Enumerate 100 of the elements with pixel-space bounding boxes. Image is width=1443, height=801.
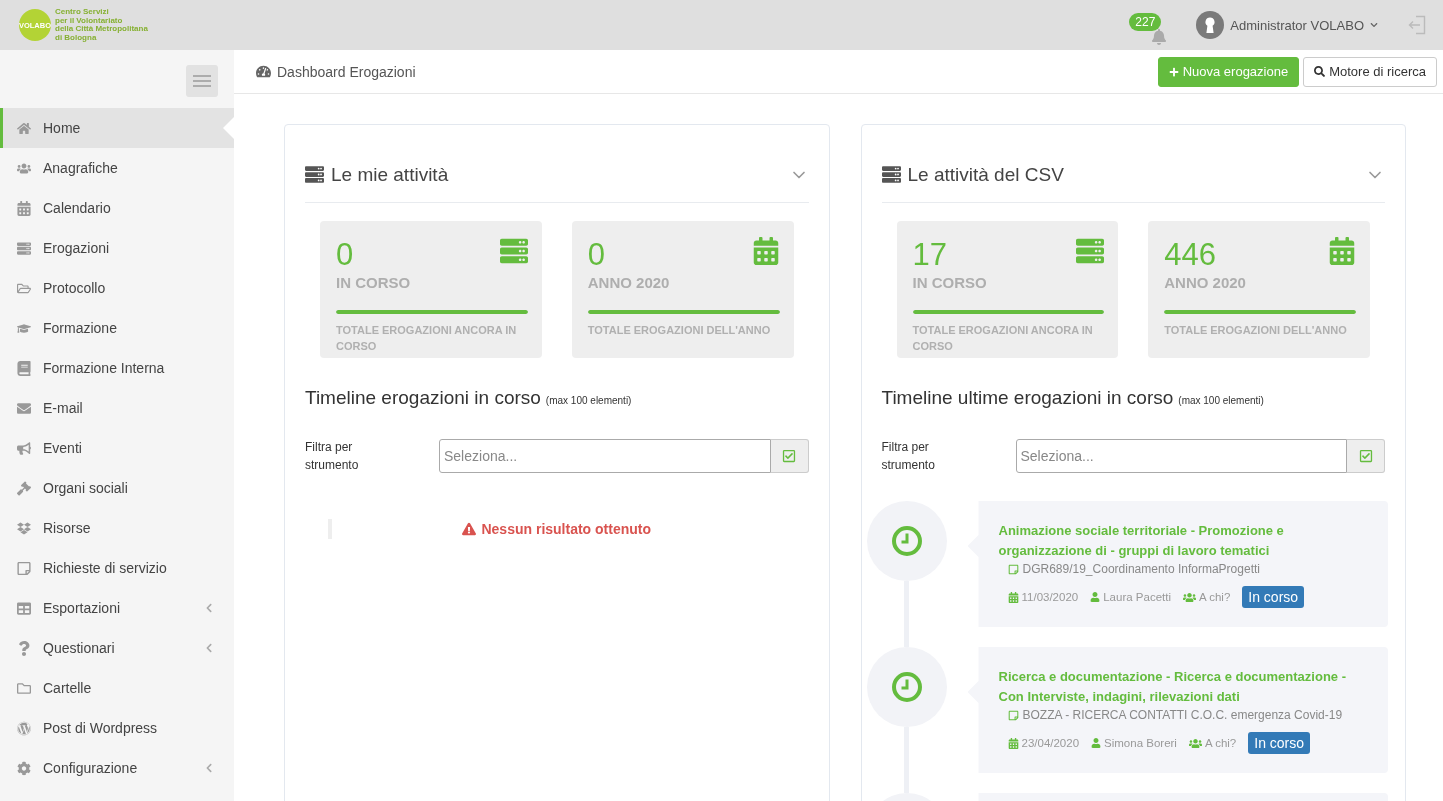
notification-count: 227: [1129, 13, 1162, 31]
panel-title: Le mie attività: [331, 163, 449, 186]
calendar-icon: [751, 237, 780, 265]
sidebar-item[interactable]: Anagrafiche: [0, 148, 234, 188]
apply-filter-button[interactable]: [770, 439, 809, 473]
empty-message: Nessun risultato ottenuto: [481, 521, 652, 537]
stat-caption: TOTALE EROGAZIONI DELL'ANNO: [1164, 323, 1348, 338]
sidebar-item[interactable]: Calendario: [0, 188, 234, 228]
panel-title: Le attività del CSV: [907, 163, 1064, 186]
menu-icon: [193, 75, 211, 87]
stat-value: 0: [587, 237, 605, 273]
bell-icon: [1151, 29, 1168, 45]
apply-filter-button[interactable]: [1347, 439, 1385, 473]
users-icon: [1182, 590, 1196, 604]
stat-value: 17: [912, 237, 947, 273]
clock-icon: [891, 672, 922, 702]
table-icon: [17, 600, 31, 616]
clock-icon: [891, 526, 922, 556]
sidebar-item[interactable]: Protocollo: [0, 268, 234, 308]
stacked-bars-icon: [499, 237, 528, 265]
user-icon: [1091, 738, 1102, 748]
stat-caption: TOTALE EROGAZIONI DELL'ANNO: [587, 323, 772, 338]
stacked-bars-icon: [1076, 237, 1105, 265]
folder-icon: [17, 680, 31, 696]
gauge-icon: [256, 64, 271, 79]
sidebar-toggle[interactable]: [186, 65, 218, 97]
boxes-icon: [17, 520, 31, 536]
home-icon: [17, 120, 31, 136]
note-icon: [1007, 563, 1019, 575]
stat-caption: TOTALE EROGAZIONI ANCORA IN CORSO: [912, 323, 1094, 354]
question-icon: [17, 640, 31, 656]
sidebar-item[interactable]: Eventi: [0, 428, 234, 468]
sidebar-item[interactable]: Questionari: [0, 628, 234, 668]
entry-subtitle: DGR689/19_Coordinamento InformaProgetti: [1022, 561, 1260, 577]
entry-recipients: A chi?: [1198, 591, 1231, 603]
filter-label: Filtra per strumento: [305, 439, 360, 474]
page-title: Dashboard Erogazioni: [277, 63, 416, 80]
heading-note: (max 100 elementi): [545, 395, 632, 406]
sidebar-item[interactable]: Esportazioni: [0, 588, 234, 628]
chevron-left-icon: [204, 643, 214, 653]
heading-note: (max 100 elementi): [1178, 395, 1264, 406]
user-menu-button[interactable]: Administrator VOLABO: [1196, 11, 1378, 39]
sidebar-item[interactable]: Risorse: [0, 508, 234, 548]
entry-author: Simona Boreri: [1104, 737, 1177, 749]
stat-label: ANNO 2020: [1164, 273, 1247, 293]
calendar-icon: [17, 200, 31, 216]
stat-label: IN CORSO: [336, 273, 412, 293]
entry-date: 23/04/2020: [1021, 737, 1080, 749]
settings-icon: [17, 760, 31, 776]
calendar-icon: [1007, 591, 1019, 603]
sidebar-item[interactable]: Post di Wordpress: [0, 708, 234, 748]
user-icon: [1090, 592, 1101, 602]
filter-input[interactable]: Seleziona...: [439, 439, 771, 473]
avatar-icon: [1196, 11, 1225, 39]
stat-label: ANNO 2020: [587, 273, 671, 293]
logout-icon: [1408, 15, 1426, 35]
status-badge: In corso: [1242, 586, 1305, 608]
stacked-bars-icon: [305, 165, 324, 184]
megaphone-icon: [17, 440, 31, 456]
section-heading: Timeline ultime erogazioni in corso: [881, 386, 1174, 410]
section-heading: Timeline erogazioni in corso: [305, 386, 541, 410]
calendar-icon: [1007, 737, 1019, 749]
stacked-bars-icon: [881, 165, 901, 184]
entry-subtitle: BOZZA - RICERCA CONTATTI C.O.C. emergenza Covid-19: [1022, 707, 1343, 723]
wordpress-icon: [17, 720, 31, 736]
stacked-bars-icon: [17, 240, 31, 256]
calendar-icon: [1328, 237, 1356, 265]
sidebar-item[interactable]: Home: [0, 108, 234, 148]
sidebar-item[interactable]: Erogazioni: [0, 228, 234, 268]
filter-label: Filtra per strumento: [881, 439, 936, 474]
warning-icon: [462, 522, 477, 536]
filter-input[interactable]: Seleziona...: [1015, 439, 1347, 473]
chevron-left-icon: [204, 603, 214, 613]
entry-author: Laura Pacetti: [1103, 591, 1171, 603]
sidebar-item[interactable]: Configurazione: [0, 748, 234, 788]
sidebar-item[interactable]: Organi sociali: [0, 468, 234, 508]
envelope-icon: [17, 400, 31, 416]
book-icon: [17, 360, 31, 376]
sidebar-item[interactable]: Formazione Interna: [0, 348, 234, 388]
sidebar-item[interactable]: Richieste di servizio: [0, 548, 234, 588]
search-button[interactable]: Motore di ricerca: [1303, 56, 1437, 87]
chevron-left-icon: [204, 763, 214, 773]
gavel-icon: [17, 480, 31, 496]
search-icon: [1314, 66, 1326, 77]
sidebar-item[interactable]: Cartelle: [0, 668, 234, 708]
stat-value: 446: [1164, 237, 1216, 273]
entry-date: 11/03/2020: [1021, 591, 1079, 603]
logo-tagline: Centro Servizi per il Volontariato della Città Metropolitana di Bologna: [55, 8, 148, 42]
status-badge: In corso: [1248, 732, 1311, 754]
stat-label: IN CORSO: [912, 273, 988, 293]
note-icon: [17, 560, 31, 576]
sidebar-item[interactable]: Formazione: [0, 308, 234, 348]
caret-icon: [1370, 21, 1378, 29]
stat-caption: TOTALE EROGAZIONI ANCORA IN CORSO: [336, 323, 518, 354]
stat-value: 0: [336, 237, 354, 273]
plus-icon: [1168, 66, 1179, 77]
note-icon: [1007, 709, 1019, 721]
users-icon: [1188, 736, 1202, 750]
logout-button[interactable]: [1408, 15, 1426, 35]
sidebar-item[interactable]: E-mail: [0, 388, 234, 428]
